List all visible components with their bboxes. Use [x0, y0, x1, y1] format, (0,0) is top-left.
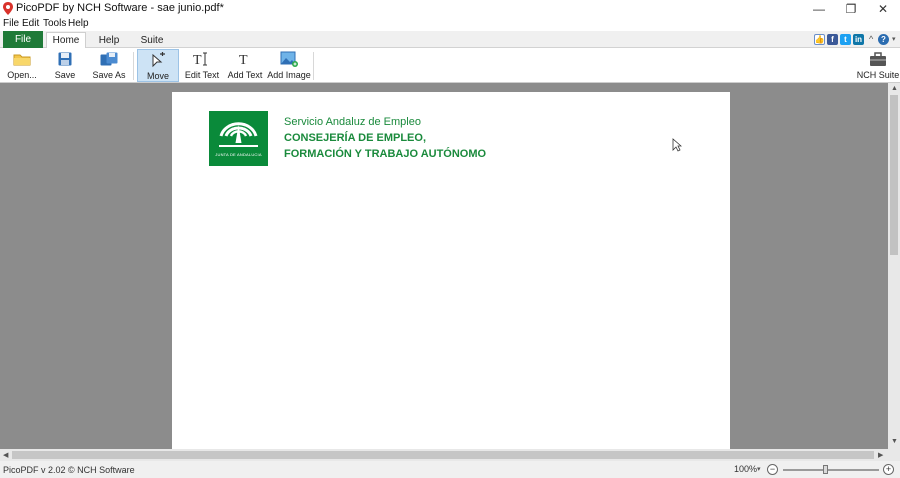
window-title: PicoPDF by NCH Software - sae junio.pdf*: [16, 2, 224, 14]
open-folder-icon: [11, 49, 33, 69]
save-button[interactable]: Save: [48, 49, 82, 82]
add-image-label: Add Image: [267, 70, 311, 80]
scroll-right-icon[interactable]: ▶: [878, 451, 883, 459]
add-text-button[interactable]: T Add Text: [227, 49, 263, 82]
add-text-icon: T: [234, 49, 256, 69]
menu-edit[interactable]: Edit: [22, 18, 39, 29]
picopdf-app-icon: [3, 2, 13, 15]
scroll-up-icon[interactable]: ▲: [891, 85, 898, 92]
mouse-cursor-icon: [672, 138, 682, 152]
zoom-slider-thumb[interactable]: [823, 465, 828, 474]
close-button[interactable]: ✕: [866, 0, 900, 17]
edit-text-icon: T: [191, 49, 213, 69]
zoom-out-button[interactable]: −: [767, 464, 778, 475]
nch-suite-label: NCH Suite: [856, 70, 900, 80]
save-label: Save: [54, 70, 76, 80]
pdf-page[interactable]: JUNTA DE ANDALUCIA Servicio Andaluz de E…: [172, 92, 730, 449]
tab-home[interactable]: Home: [46, 32, 86, 49]
thumbs-up-icon[interactable]: 👍: [814, 34, 825, 45]
junta-de-andalucia-logo: JUNTA DE ANDALUCIA: [209, 111, 268, 166]
logo-caption: JUNTA DE ANDALUCIA: [215, 152, 262, 157]
zoom-slider[interactable]: [783, 465, 879, 474]
facebook-icon[interactable]: f: [827, 34, 838, 45]
ribbon-toolbar: Open... Save Save As Move T Edit Text T …: [0, 48, 900, 83]
scroll-down-icon[interactable]: ▼: [891, 438, 898, 445]
restore-icon: ❐: [845, 1, 857, 16]
help-icon[interactable]: ?: [878, 34, 889, 45]
vertical-scrollbar[interactable]: ▲ ▼: [888, 83, 900, 449]
collapse-ribbon-icon[interactable]: ^: [869, 34, 873, 44]
edit-text-label: Edit Text: [184, 70, 220, 80]
minimize-icon: —: [813, 1, 825, 16]
title-bar: PicoPDF by NCH Software - sae junio.pdf*…: [0, 0, 900, 17]
tab-help[interactable]: Help: [92, 32, 126, 48]
minimize-button[interactable]: —: [802, 0, 836, 17]
scroll-left-icon[interactable]: ◀: [3, 451, 8, 459]
status-bar: PicoPDF v 2.02 © NCH Software 100% ▾ − +: [0, 461, 900, 478]
menu-bar: File Edit Tools Help: [0, 17, 900, 31]
toolbar-separator: [133, 52, 134, 80]
close-icon: ✕: [877, 1, 889, 16]
nch-suite-button[interactable]: NCH Suite: [856, 49, 900, 82]
logo-emblem-icon: [219, 122, 258, 147]
menu-file[interactable]: File: [3, 18, 19, 29]
save-as-icon: [98, 49, 120, 69]
ribbon-tab-bar: File Home Help Suite 👍 f t in ^ ? ▾: [0, 31, 900, 49]
twitter-icon[interactable]: t: [840, 34, 851, 45]
move-button[interactable]: Move: [137, 49, 179, 82]
open-button[interactable]: Open...: [4, 49, 40, 82]
toolbox-icon: [867, 49, 889, 69]
save-as-button[interactable]: Save As: [90, 49, 128, 82]
linkedin-icon[interactable]: in: [853, 34, 864, 45]
zoom-level[interactable]: 100%: [734, 464, 757, 474]
move-label: Move: [146, 71, 169, 81]
version-text: PicoPDF v 2.02 © NCH Software: [3, 465, 135, 475]
toolbar-separator: [313, 52, 314, 80]
svg-text:T: T: [193, 53, 202, 66]
tab-suite[interactable]: Suite: [136, 32, 168, 48]
save-as-label: Save As: [92, 70, 126, 80]
plus-icon: +: [885, 464, 892, 474]
restore-button[interactable]: ❐: [834, 0, 868, 17]
menu-tools[interactable]: Tools: [43, 18, 66, 29]
org-name-line3: FORMACIÓN Y TRABAJO AUTÓNOMO: [284, 148, 487, 160]
menu-help[interactable]: Help: [68, 18, 89, 29]
tab-file[interactable]: File: [3, 31, 43, 48]
zoom-dropdown-icon[interactable]: ▾: [757, 465, 761, 473]
horizontal-scrollbar[interactable]: ◀ ▶: [0, 449, 888, 461]
svg-text:T: T: [239, 53, 248, 66]
help-dropdown-icon[interactable]: ▾: [892, 35, 896, 43]
open-label: Open...: [7, 70, 37, 80]
zoom-in-button[interactable]: +: [883, 464, 894, 475]
move-cursor-icon: [147, 50, 169, 70]
add-image-icon: [278, 49, 300, 69]
document-viewport[interactable]: JUNTA DE ANDALUCIA Servicio Andaluz de E…: [0, 83, 888, 449]
edit-text-button[interactable]: T Edit Text: [183, 49, 221, 82]
horizontal-scroll-thumb[interactable]: [12, 451, 874, 459]
org-name-line2: CONSEJERÍA DE EMPLEO,: [284, 132, 427, 144]
org-name-line1: Servicio Andaluz de Empleo: [284, 116, 421, 128]
vertical-scroll-thumb[interactable]: [890, 95, 898, 255]
scrollbar-corner: [888, 449, 900, 461]
save-disk-icon: [54, 49, 76, 69]
add-text-label: Add Text: [227, 70, 263, 80]
minus-icon: −: [769, 464, 776, 474]
add-image-button[interactable]: Add Image: [267, 49, 311, 82]
